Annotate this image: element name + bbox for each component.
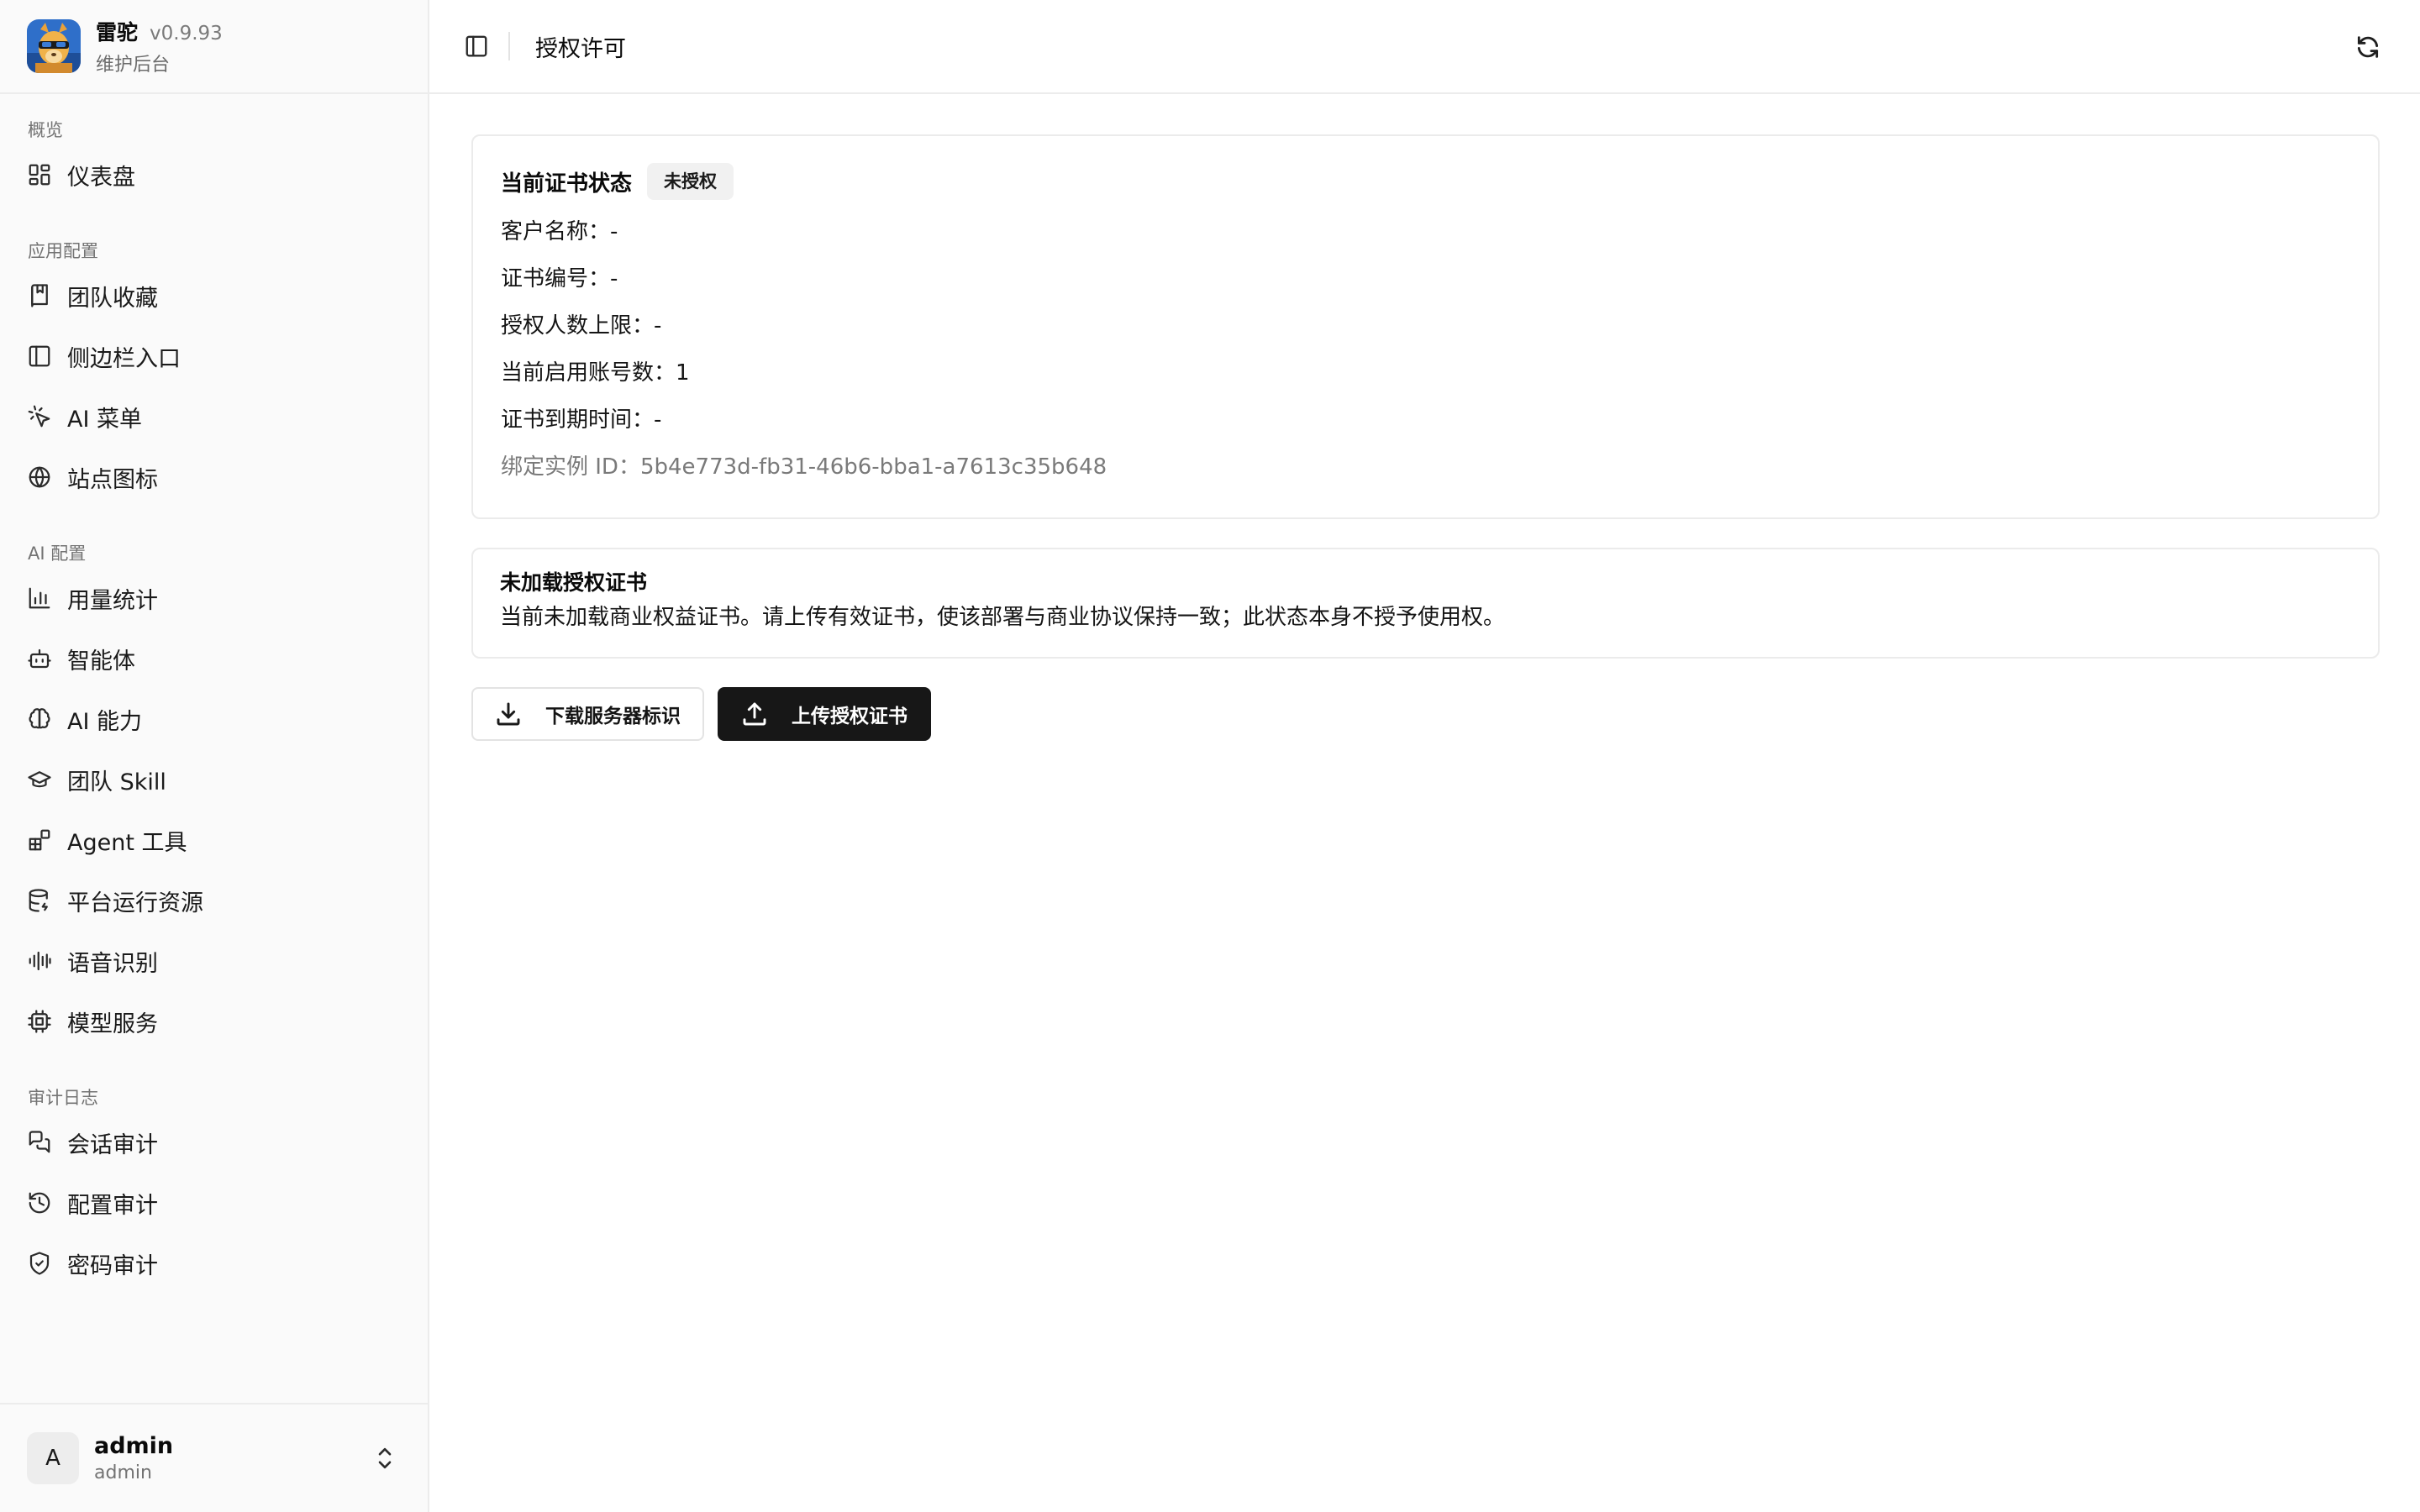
sidebar-item-label: 仪表盘 — [67, 164, 135, 191]
user-role: admin — [94, 1462, 152, 1483]
sidebar-item-label: AI 能力 — [67, 708, 143, 735]
license-status-card: 当前证书状态 未授权 客户名称：- 证书编号：- 授权人数上限：- 当前启用账号… — [471, 134, 2380, 519]
bar-chart-icon — [27, 585, 52, 611]
sidebar: 雷驼 v0.9.93 维护后台 概览 仪表盘 应用配置 团队收藏 侧边栏入口 A… — [0, 0, 429, 1512]
sidebar-item-label: 平台运行资源 — [67, 890, 203, 916]
shield-check-icon — [27, 1251, 52, 1276]
page-title: 授权许可 — [535, 35, 626, 62]
database-icon — [27, 888, 52, 913]
divider — [508, 32, 510, 60]
sidebar-item-agents[interactable]: 智能体 — [0, 628, 428, 689]
brand-header[interactable]: 雷驼 v0.9.93 维护后台 — [0, 0, 428, 94]
nav-group-audit-logs: 审计日志 会话审计 配置审计 密码审计 — [0, 1084, 428, 1294]
sidebar-item-team-skill[interactable]: 团队 Skill — [0, 749, 428, 810]
sidebar-item-label: 配置审计 — [67, 1192, 158, 1219]
upload-license-button[interactable]: 上传授权证书 — [718, 687, 931, 741]
app-subtitle: 维护后台 — [96, 55, 171, 76]
nav-group-overview: 概览 仪表盘 — [0, 116, 428, 205]
chevrons-up-down-icon[interactable] — [372, 1443, 397, 1473]
sidebar-item-label: 密码审计 — [67, 1252, 158, 1279]
seat-limit: 授权人数上限：- — [501, 313, 662, 339]
sidebar-item-ai-menu[interactable]: AI 菜单 — [0, 386, 428, 447]
button-label: 上传授权证书 — [792, 706, 908, 727]
sidebar-item-password-audit[interactable]: 密码审计 — [0, 1233, 428, 1294]
user-menu[interactable]: A admin admin — [0, 1403, 428, 1512]
sidebar-item-team-favorites[interactable]: 团队收藏 — [0, 265, 428, 326]
notice-title: 未加载授权证书 — [500, 570, 648, 595]
sidebar-item-platform-resources[interactable]: 平台运行资源 — [0, 870, 428, 931]
app-name: 雷驼 — [96, 20, 139, 45]
sidebar-item-label: 站点图标 — [67, 466, 158, 493]
panel-left-icon — [27, 344, 52, 369]
globe-icon — [27, 465, 52, 490]
nav-group-app-config: 应用配置 团队收藏 侧边栏入口 AI 菜单 站点图标 — [0, 237, 428, 507]
cert-expiry: 证书到期时间：- — [501, 407, 662, 433]
active-accounts: 当前启用账号数：1 — [501, 360, 690, 386]
cursor-click-icon — [27, 404, 52, 429]
sidebar-toggle-button[interactable] — [460, 29, 493, 63]
sidebar-item-site-icon[interactable]: 站点图标 — [0, 447, 428, 507]
sidebar-item-sidebar-entry[interactable]: 侧边栏入口 — [0, 326, 428, 386]
sidebar-item-label: 会话审计 — [67, 1131, 158, 1158]
status-title: 当前证书状态 — [501, 171, 633, 197]
sidebar-item-label: 用量统计 — [67, 587, 158, 614]
dashboard-grid-icon — [27, 162, 52, 187]
avatar: A — [27, 1432, 79, 1484]
cert-number: 证书编号：- — [501, 266, 618, 291]
sidebar-item-speech-recognition[interactable]: 语音识别 — [0, 931, 428, 991]
app-version: v0.9.93 — [150, 23, 223, 45]
sidebar-item-label: 语音识别 — [67, 950, 158, 977]
sidebar-item-agent-tools[interactable]: Agent 工具 — [0, 810, 428, 870]
upload-icon — [743, 702, 766, 726]
nav-group-label: AI 配置 — [28, 543, 87, 564]
sidebar-item-dashboard[interactable]: 仪表盘 — [0, 144, 428, 205]
sidebar-item-label: 团队收藏 — [67, 285, 158, 312]
sidebar-item-label: 智能体 — [67, 648, 135, 675]
top-bar: 授权许可 — [429, 0, 2420, 94]
status-badge: 未授权 — [647, 163, 734, 200]
sidebar-item-model-service[interactable]: 模型服务 — [0, 991, 428, 1052]
audio-wave-icon — [27, 948, 52, 974]
instance-id: 绑定实例 ID：5b4e773d-fb31-46b6-bba1-a7613c35… — [501, 454, 1107, 480]
sidebar-item-label: Agent 工具 — [67, 829, 187, 856]
book-bookmark-icon — [27, 283, 52, 308]
nav-group-label: 应用配置 — [28, 241, 98, 261]
notice-banner: 未加载授权证书 当前未加载商业权益证书。请上传有效证书，使该部署与商业协议保持一… — [471, 548, 2380, 659]
sidebar-item-ai-capability[interactable]: AI 能力 — [0, 689, 428, 749]
refresh-button[interactable] — [2351, 30, 2385, 64]
download-icon — [497, 702, 520, 726]
nav-group-ai-config: AI 配置 用量统计 智能体 AI 能力 团队 Skill Agent 工具 平… — [0, 539, 428, 1052]
action-bar: 下载服务器标识 上传授权证书 — [471, 687, 2380, 741]
panel-left-icon — [466, 35, 487, 57]
sidebar-item-session-audit[interactable]: 会话审计 — [0, 1112, 428, 1173]
cpu-icon — [27, 1009, 52, 1034]
sidebar-nav: 概览 仪表盘 应用配置 团队收藏 侧边栏入口 AI 菜单 站点图标 AI 配置 … — [0, 94, 428, 1512]
camel-mascot-logo — [27, 19, 81, 73]
brain-icon — [27, 706, 52, 732]
messages-icon — [27, 1130, 52, 1155]
sidebar-item-config-audit[interactable]: 配置审计 — [0, 1173, 428, 1233]
main-content: 授权许可 当前证书状态 未授权 客户名称：- 证书编号：- 授权人数上限：- 当… — [429, 0, 2420, 1512]
license-section: 当前证书状态 未授权 客户名称：- 证书编号：- 授权人数上限：- 当前启用账号… — [429, 94, 2420, 741]
notice-text: 当前未加载商业权益证书。请上传有效证书，使该部署与商业协议保持一致；此状态本身不… — [500, 605, 1506, 630]
sidebar-item-label: 模型服务 — [67, 1011, 158, 1037]
sidebar-item-usage-stats[interactable]: 用量统计 — [0, 568, 428, 628]
sidebar-item-label: 侧边栏入口 — [67, 345, 181, 372]
user-name: admin — [94, 1433, 174, 1459]
nav-group-label: 概览 — [28, 120, 63, 140]
history-icon — [27, 1190, 52, 1215]
button-label: 下载服务器标识 — [545, 706, 681, 727]
download-server-id-button[interactable]: 下载服务器标识 — [471, 687, 704, 741]
customer-name: 客户名称：- — [501, 219, 618, 244]
blocks-icon — [27, 827, 52, 853]
refresh-icon — [2357, 36, 2379, 58]
bot-icon — [27, 646, 52, 671]
graduation-cap-icon — [27, 767, 52, 792]
sidebar-item-label: 团队 Skill — [67, 769, 166, 795]
nav-group-label: 审计日志 — [28, 1088, 98, 1108]
sidebar-item-label: AI 菜单 — [67, 406, 143, 433]
